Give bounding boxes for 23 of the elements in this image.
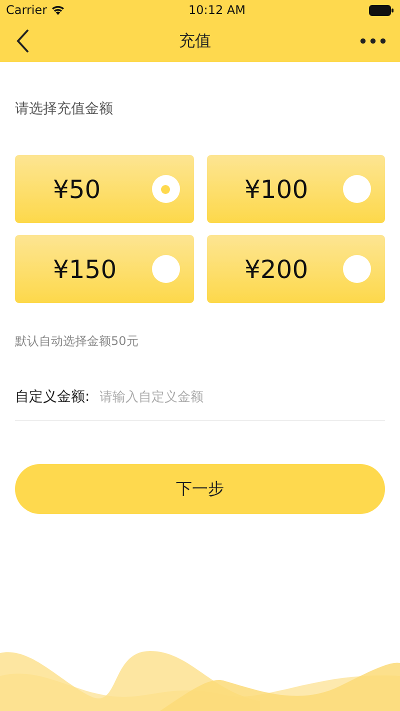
custom-amount-label: 自定义金额:: [15, 388, 90, 406]
clock-time: 10:12 AM: [188, 3, 246, 17]
amount-option[interactable]: ¥200: [206, 235, 385, 303]
radio-button[interactable]: [152, 175, 180, 203]
more-icon[interactable]: [360, 38, 386, 44]
page-title: 充值: [179, 30, 211, 52]
amount-label: ¥100: [244, 174, 308, 204]
amount-label: ¥200: [244, 254, 308, 284]
wifi-icon: [51, 5, 66, 15]
back-icon[interactable]: [16, 29, 30, 53]
radio-button[interactable]: [152, 255, 180, 283]
amount-label: ¥50: [53, 174, 101, 204]
radio-button[interactable]: [343, 255, 371, 283]
carrier-label: Carrier: [6, 3, 48, 17]
amount-label: ¥150: [53, 254, 117, 284]
amount-prompt: 请选择充值金额: [15, 100, 114, 118]
battery-icon: [368, 4, 394, 16]
amount-option[interactable]: ¥50: [15, 155, 194, 223]
radio-button[interactable]: [343, 175, 371, 203]
default-hint: 默认自动选择金额50元: [15, 333, 140, 350]
next-button[interactable]: 下一步: [15, 464, 385, 514]
amount-option[interactable]: ¥100: [206, 155, 385, 223]
amount-option[interactable]: ¥150: [15, 235, 194, 303]
